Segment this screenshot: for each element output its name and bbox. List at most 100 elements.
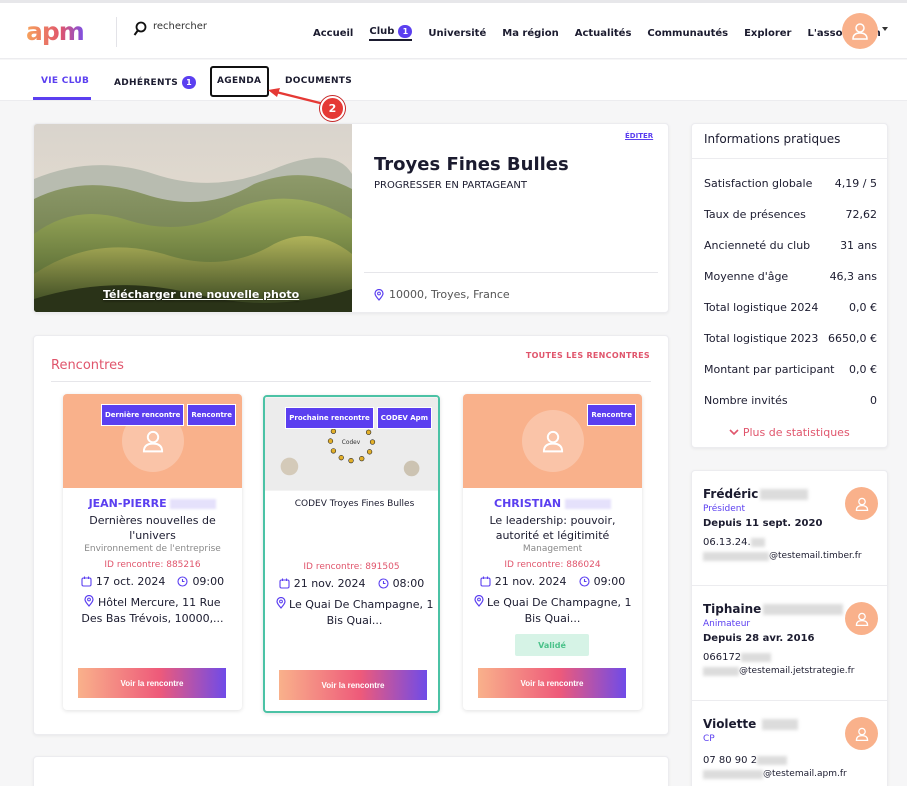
- meeting-location: Le Quai De Champagne, 1 Bis Quai...: [275, 596, 434, 629]
- nav-explorer[interactable]: Explorer: [744, 28, 791, 39]
- club-cover-photo[interactable]: [34, 124, 352, 313]
- info-title: Informations pratiques: [704, 132, 841, 146]
- meeting-card[interactable]: Dernière rencontre Rencontre JEAN-PIERRE…: [63, 394, 242, 710]
- adherents-badge: 1: [182, 76, 197, 89]
- redacted-text: [763, 603, 844, 615]
- meeting-card[interactable]: Codev Prochaine rencontre CODEV Apm CODE…: [263, 395, 440, 713]
- more-stats-link[interactable]: Plus de statistiques: [692, 426, 887, 439]
- redacted-text: [703, 769, 763, 779]
- info-row: Total logistique 2023 6650,0 €: [704, 332, 877, 345]
- meeting-theme: Management: [522, 544, 583, 554]
- upload-photo-link[interactable]: Télécharger une nouvelle photo: [103, 288, 299, 301]
- user-icon: [855, 497, 868, 511]
- calendar-icon: [81, 576, 92, 587]
- info-row: Moyenne d'âge 46,3 ans: [704, 270, 877, 283]
- chevron-down-icon: [729, 429, 739, 436]
- nav-actualites[interactable]: Actualités: [575, 28, 632, 39]
- avatar: [845, 717, 878, 750]
- location-pin-icon: [84, 594, 95, 607]
- phone-text: 06.13.24.: [703, 537, 751, 548]
- divider: [51, 381, 651, 382]
- clock-icon: [177, 576, 188, 587]
- info-row: Satisfaction globale 4,19 / 5: [704, 177, 877, 190]
- meeting-tag: CODEV Apm: [376, 407, 432, 429]
- officer-phone[interactable]: 06.13.24.: [703, 537, 765, 548]
- nav-communautes[interactable]: Communautés: [647, 28, 728, 39]
- club-officers-card: Frédéric Président Depuis 11 sept. 2020 …: [691, 470, 888, 786]
- officer-phone[interactable]: 066172: [703, 652, 772, 663]
- view-meeting-button[interactable]: Voir la rencontre: [78, 668, 226, 698]
- tab-adherents[interactable]: ADHÉRENTS 1: [114, 76, 197, 89]
- officer-since: Depuis 11 sept. 2020: [703, 518, 823, 529]
- all-meetings-link[interactable]: TOUTES LES RENCONTRES: [526, 351, 650, 360]
- nav-label: Université: [428, 27, 487, 39]
- user-icon: [855, 612, 868, 626]
- meeting-date: 17 oct. 2024: [95, 575, 166, 588]
- nav-label: Accueil: [313, 27, 354, 39]
- meeting-date: 21 nov. 2024: [494, 575, 567, 588]
- nav-club[interactable]: Club 1: [369, 25, 413, 41]
- officer-email[interactable]: @testemail.jetstrategie.fr: [703, 666, 855, 676]
- phone-text: 07 80 90 2: [703, 755, 758, 766]
- user-avatar[interactable]: [842, 13, 878, 49]
- meeting-card[interactable]: Rencontre CHRISTIAN Le leadership: pouvo…: [463, 394, 642, 710]
- officer-first-name: Violette: [703, 717, 757, 731]
- info-value: 0,0 €: [849, 301, 877, 314]
- meeting-title: Dernières nouvelles de l'univers: [89, 514, 216, 542]
- meeting-tags: Rencontre: [584, 404, 636, 426]
- meeting-title: CODEV Troyes Fines Bulles: [294, 499, 415, 509]
- user-icon: [855, 727, 868, 741]
- nav-accueil[interactable]: Accueil: [313, 28, 353, 39]
- divider: [364, 272, 658, 273]
- info-label: Satisfaction globale: [704, 177, 813, 190]
- club-hero-card: Télécharger une nouvelle photo ÉDITER Tr…: [33, 123, 669, 313]
- meetings-section: Rencontres TOUTES LES RENCONTRES Dernièr…: [33, 335, 669, 735]
- location-pin-icon: [275, 596, 286, 609]
- svg-text:Codev: Codev: [342, 440, 361, 446]
- info-value: 6650,0 €: [828, 332, 877, 345]
- meeting-tag: Rencontre: [187, 404, 236, 426]
- avatar: [845, 487, 878, 520]
- club-tagline: PROGRESSER EN PARTAGEANT: [374, 180, 527, 191]
- tab-vie-club[interactable]: VIE CLUB: [41, 76, 89, 86]
- view-meeting-button[interactable]: Voir la rencontre: [478, 668, 626, 698]
- officer-role: Animateur: [703, 619, 751, 629]
- view-meeting-button[interactable]: Voir la rencontre: [279, 670, 427, 700]
- info-row: Taux de présences 72,62: [704, 208, 877, 221]
- info-value: 4,19 / 5: [834, 177, 877, 190]
- tab-label: ADHÉRENTS: [114, 77, 179, 88]
- chevron-down-icon[interactable]: [882, 27, 888, 31]
- main-nav: Accueil Club 1 Université Ma région Actua…: [313, 25, 897, 41]
- tab-documents[interactable]: DOCUMENTS: [285, 76, 352, 86]
- info-row: Total logistique 2024 0,0 €: [704, 301, 877, 314]
- meeting-datetime: 21 nov. 2024 08:00: [265, 577, 438, 590]
- club-badge: 1: [398, 25, 413, 38]
- more-stats-label: Plus de statistiques: [742, 426, 850, 439]
- clock-icon: [579, 576, 590, 587]
- officer-since: Depuis 28 avr. 2016: [703, 633, 815, 644]
- nav-label: Explorer: [744, 27, 792, 39]
- officer-email[interactable]: @testemail.timber.fr: [703, 551, 862, 561]
- meeting-datetime: 21 nov. 2024 09:00: [463, 575, 642, 588]
- search-icon[interactable]: [133, 21, 147, 37]
- meeting-location-text: Hôtel Mercure, 11 Rue Des Bas Trévois, 1…: [81, 596, 224, 625]
- nav-universite[interactable]: Université: [428, 28, 486, 39]
- meeting-date: 21 nov. 2024: [293, 577, 366, 590]
- meeting-tags: Dernière rencontre Rencontre: [98, 404, 236, 426]
- info-label: Total logistique 2023: [704, 332, 819, 345]
- officer-phone[interactable]: 07 80 90 2: [703, 755, 788, 766]
- search-input[interactable]: rechercher: [153, 21, 207, 32]
- apm-logo[interactable]: apm: [26, 17, 85, 46]
- info-value: 31 ans: [840, 239, 877, 252]
- edit-link[interactable]: ÉDITER: [625, 132, 653, 140]
- email-text: @testemail.jetstrategie.fr: [739, 666, 855, 676]
- officer-email[interactable]: @testemail.apm.fr: [703, 769, 847, 779]
- email-text: @testemail.apm.fr: [763, 769, 847, 779]
- nav-ma-region[interactable]: Ma région: [502, 28, 558, 39]
- divider: [692, 158, 887, 159]
- info-value: 0,0 €: [849, 363, 877, 376]
- officer-first-name: Frédéric: [703, 487, 759, 501]
- annotation-highlight-box: [210, 66, 269, 97]
- speaker-first-name: JEAN-PIERRE: [88, 497, 167, 510]
- club-location-text: 10000, Troyes, France: [389, 288, 510, 301]
